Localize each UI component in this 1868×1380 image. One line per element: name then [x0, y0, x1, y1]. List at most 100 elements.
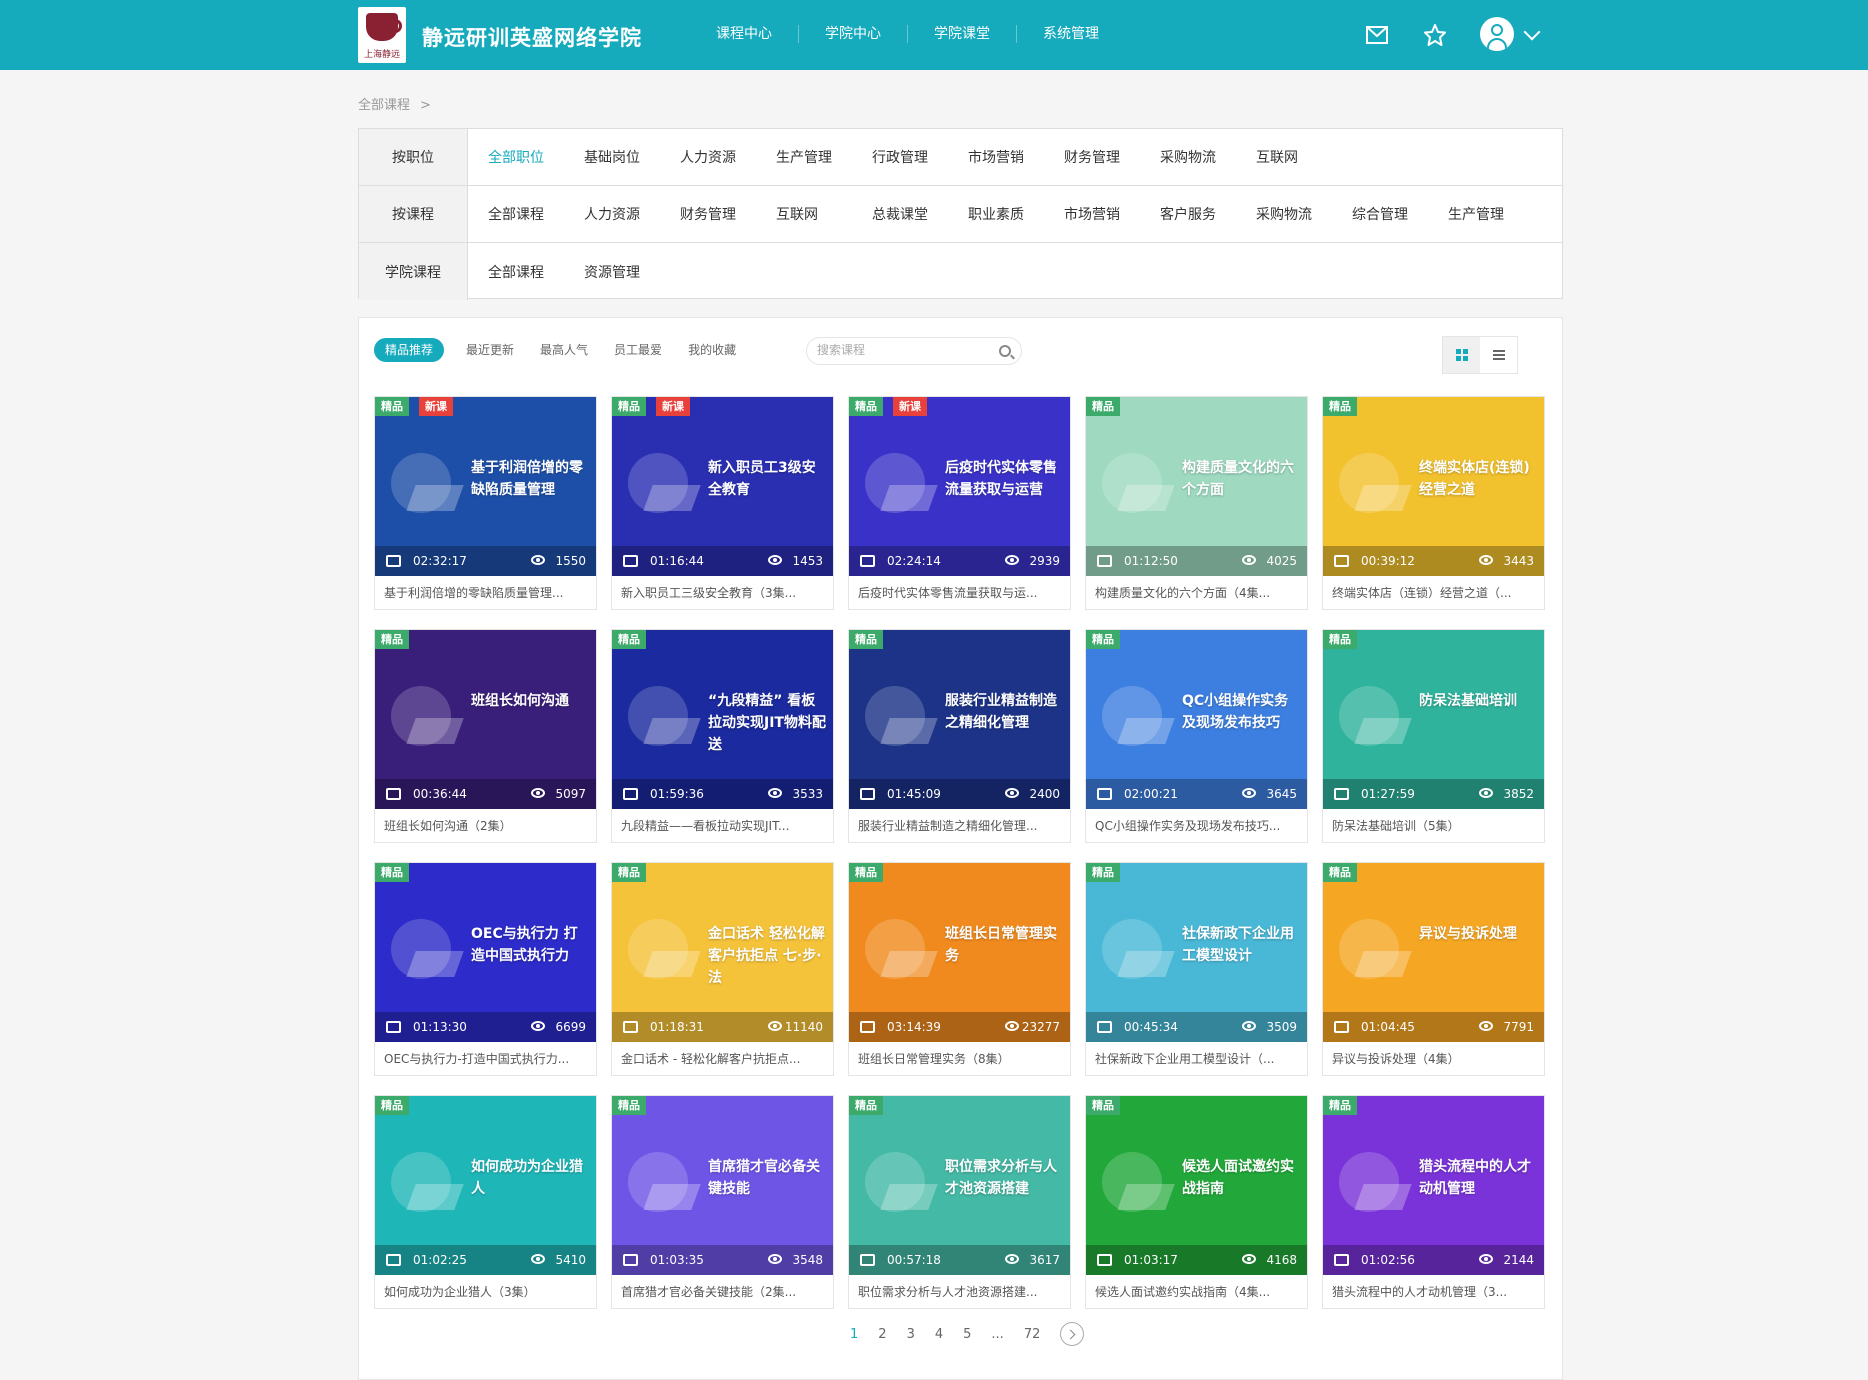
course-card[interactable]: 社保新政下企业用工模型设计 精品 00:45:34 3509 社保新政下企业用工模型设计…: [1085, 862, 1308, 1076]
course-card[interactable]: 职位需求分析与人才池资源搭建 精品 00:57:18 3617 职位需求分析与人才池资源…: [848, 1095, 1071, 1309]
tab-featured[interactable]: 精品推荐: [374, 338, 445, 362]
page-number[interactable]: 5: [963, 1327, 971, 1342]
tab-latest[interactable]: 最近更新: [466, 338, 514, 362]
course-name[interactable]: 金口话术 - 轻松化解客户抗拒点...: [621, 1050, 827, 1067]
course-thumbnail[interactable]: 猎头流程中的人才动机管理 精品 01:02:56 2144: [1323, 1096, 1544, 1275]
course-thumbnail[interactable]: 异议与投诉处理 精品 01:04:45 7791: [1323, 863, 1544, 1042]
user-avatar[interactable]: [1480, 17, 1514, 51]
course-card[interactable]: 防呆法基础培训 精品 01:27:59 3852 防呆法基础培训（5集）: [1322, 629, 1545, 843]
filter-option[interactable]: 生产管理: [1448, 204, 1544, 224]
course-card[interactable]: OEC与执行力 打造中国式执行力 精品 01:13:30 6699 OEC与执行力-打造…: [374, 862, 597, 1076]
course-card[interactable]: 金口话术 轻松化解客户抗拒点 七·步·法 精品 01:18:31 11140 金口话术 …: [611, 862, 834, 1076]
filter-option[interactable]: 人力资源: [680, 147, 776, 167]
page-number[interactable]: 2: [878, 1327, 886, 1342]
course-card[interactable]: 服装行业精益制造之精细化管理 精品 01:45:09 2400 服装行业精益制造之精细化…: [848, 629, 1071, 843]
course-name[interactable]: QC小组操作实务及现场发布技巧...: [1095, 817, 1301, 834]
filter-option[interactable]: 全部课程: [488, 204, 584, 224]
course-name[interactable]: 如何成功为企业猎人（3集）: [384, 1283, 590, 1300]
filter-option[interactable]: 基础岗位: [584, 147, 680, 167]
course-name[interactable]: 候选人面试邀约实战指南（4集...: [1095, 1283, 1301, 1300]
course-thumbnail[interactable]: 职位需求分析与人才池资源搭建 精品 00:57:18 3617: [849, 1096, 1070, 1275]
course-card[interactable]: 班组长日常管理实务 精品 03:14:39 23277 班组长日常管理实务（8集）: [848, 862, 1071, 1076]
course-thumbnail[interactable]: 后疫时代实体零售流量获取与运营 精品 新课 02:24:14 2939: [849, 397, 1070, 576]
filter-option[interactable]: 采购物流: [1256, 204, 1352, 224]
nav-academy-center[interactable]: 学院中心: [799, 25, 908, 43]
course-name[interactable]: 职位需求分析与人才池资源搭建...: [858, 1283, 1064, 1300]
course-name[interactable]: 终端实体店（连锁）经营之道（...: [1332, 584, 1538, 601]
course-thumbnail[interactable]: QC小组操作实务及现场发布技巧 精品 02:00:21 3645: [1086, 630, 1307, 809]
course-card[interactable]: 候选人面试邀约实战指南 精品 01:03:17 4168 候选人面试邀约实战指南（4集.…: [1085, 1095, 1308, 1309]
course-name[interactable]: 社保新政下企业用工模型设计（...: [1095, 1050, 1301, 1067]
course-thumbnail[interactable]: OEC与执行力 打造中国式执行力 精品 01:13:30 6699: [375, 863, 596, 1042]
course-name[interactable]: 异议与投诉处理（4集）: [1332, 1050, 1538, 1067]
breadcrumb-all-courses[interactable]: 全部课程: [358, 98, 410, 113]
filter-option[interactable]: 生产管理: [776, 147, 872, 167]
course-thumbnail[interactable]: 如何成功为企业猎人 精品 01:02:25 5410: [375, 1096, 596, 1275]
filter-option[interactable]: 行政管理: [872, 147, 968, 167]
filter-option[interactable]: 采购物流: [1160, 147, 1256, 167]
chevron-down-icon[interactable]: [1523, 23, 1541, 41]
course-card[interactable]: 异议与投诉处理 精品 01:04:45 7791 异议与投诉处理（4集）: [1322, 862, 1545, 1076]
next-page-icon[interactable]: [1060, 1322, 1085, 1346]
page-number[interactable]: 3: [907, 1327, 915, 1342]
course-name[interactable]: 班组长日常管理实务（8集）: [858, 1050, 1064, 1067]
course-thumbnail[interactable]: 金口话术 轻松化解客户抗拒点 七·步·法 精品 01:18:31 11140: [612, 863, 833, 1042]
filter-option[interactable]: 市场营销: [1064, 204, 1160, 224]
mail-icon[interactable]: [1364, 22, 1390, 48]
tab-my-favorites[interactable]: 我的收藏: [688, 338, 736, 362]
course-card[interactable]: 班组长如何沟通 精品 00:36:44 5097 班组长如何沟通（2集）: [374, 629, 597, 843]
course-card[interactable]: 如何成功为企业猎人 精品 01:02:25 5410 如何成功为企业猎人（3集）: [374, 1095, 597, 1309]
course-name[interactable]: 班组长如何沟通（2集）: [384, 817, 590, 834]
course-thumbnail[interactable]: 服装行业精益制造之精细化管理 精品 01:45:09 2400: [849, 630, 1070, 809]
filter-option[interactable]: 全部课程: [488, 262, 584, 282]
course-thumbnail[interactable]: 基于利润倍增的零缺陷质量管理 精品 新课 02:32:17 1550: [375, 397, 596, 576]
course-card[interactable]: 新入职员工3级安全教育 精品 新课 01:16:44 1453 新入职员工三级安全教育（3…: [611, 396, 834, 610]
filter-option[interactable]: 互联网: [776, 204, 872, 224]
nav-system-admin[interactable]: 系统管理: [1017, 25, 1125, 43]
course-card[interactable]: “九段精益” 看板拉动实现JIT物料配送 精品 01:59:36 3533 九段精益——…: [611, 629, 834, 843]
tab-popular[interactable]: 最高人气: [540, 338, 588, 362]
course-card[interactable]: QC小组操作实务及现场发布技巧 精品 02:00:21 3645 QC小组操作实务及现场…: [1085, 629, 1308, 843]
course-name[interactable]: OEC与执行力-打造中国式执行力...: [384, 1050, 590, 1067]
course-thumbnail[interactable]: 首席猎才官必备关键技能 精品 01:03:35 3548: [612, 1096, 833, 1275]
course-card[interactable]: 首席猎才官必备关键技能 精品 01:03:35 3548 首席猎才官必备关键技能（2集.…: [611, 1095, 834, 1309]
course-thumbnail[interactable]: 班组长如何沟通 精品 00:36:44 5097: [375, 630, 596, 809]
course-thumbnail[interactable]: 防呆法基础培训 精品 01:27:59 3852: [1323, 630, 1544, 809]
page-number[interactable]: 1: [850, 1327, 858, 1342]
course-thumbnail[interactable]: 终端实体店(连锁)经营之道 精品 00:39:12 3443: [1323, 397, 1544, 576]
filter-option[interactable]: 客户服务: [1160, 204, 1256, 224]
course-thumbnail[interactable]: 候选人面试邀约实战指南 精品 01:03:17 4168: [1086, 1096, 1307, 1275]
course-thumbnail[interactable]: 新入职员工3级安全教育 精品 新课 01:16:44 1453: [612, 397, 833, 576]
course-name[interactable]: 首席猎才官必备关键技能（2集...: [621, 1283, 827, 1300]
course-name[interactable]: 猎头流程中的人才动机管理（3...: [1332, 1283, 1538, 1300]
filter-option[interactable]: 财务管理: [1064, 147, 1160, 167]
filter-option[interactable]: 总裁课堂: [872, 204, 968, 224]
filter-option[interactable]: 市场营销: [968, 147, 1064, 167]
course-thumbnail[interactable]: “九段精益” 看板拉动实现JIT物料配送 精品 01:59:36 3533: [612, 630, 833, 809]
course-name[interactable]: 服装行业精益制造之精细化管理...: [858, 817, 1064, 834]
list-view-button[interactable]: [1480, 337, 1517, 373]
course-name[interactable]: 防呆法基础培训（5集）: [1332, 817, 1538, 834]
course-thumbnail[interactable]: 班组长日常管理实务 精品 03:14:39 23277: [849, 863, 1070, 1042]
course-thumbnail[interactable]: 社保新政下企业用工模型设计 精品 00:45:34 3509: [1086, 863, 1307, 1042]
course-card[interactable]: 构建质量文化的六个方面 精品 01:12:50 4025 构建质量文化的六个方面（4集.…: [1085, 396, 1308, 610]
star-icon[interactable]: [1422, 22, 1448, 48]
filter-option[interactable]: 资源管理: [584, 262, 680, 282]
filter-option[interactable]: 全部职位: [488, 147, 584, 167]
search-icon[interactable]: [999, 345, 1011, 357]
course-name[interactable]: 后疫时代实体零售流量获取与运...: [858, 584, 1064, 601]
nav-course-center[interactable]: 课程中心: [700, 25, 799, 43]
course-thumbnail[interactable]: 构建质量文化的六个方面 精品 01:12:50 4025: [1086, 397, 1307, 576]
course-name[interactable]: 基于利润倍增的零缺陷质量管理...: [384, 584, 590, 601]
filter-option[interactable]: 互联网: [1256, 147, 1352, 167]
nav-academy-class[interactable]: 学院课堂: [908, 25, 1017, 43]
filter-option[interactable]: 职业素质: [968, 204, 1064, 224]
site-logo[interactable]: 上海静远: [358, 7, 406, 63]
tab-staff-favorite[interactable]: 员工最爱: [614, 338, 662, 362]
course-name[interactable]: 新入职员工三级安全教育（3集...: [621, 584, 827, 601]
filter-option[interactable]: 财务管理: [680, 204, 776, 224]
filter-option[interactable]: 综合管理: [1352, 204, 1448, 224]
page-number[interactable]: 72: [1024, 1327, 1041, 1342]
filter-option[interactable]: 人力资源: [584, 204, 680, 224]
page-number[interactable]: 4: [935, 1327, 943, 1342]
